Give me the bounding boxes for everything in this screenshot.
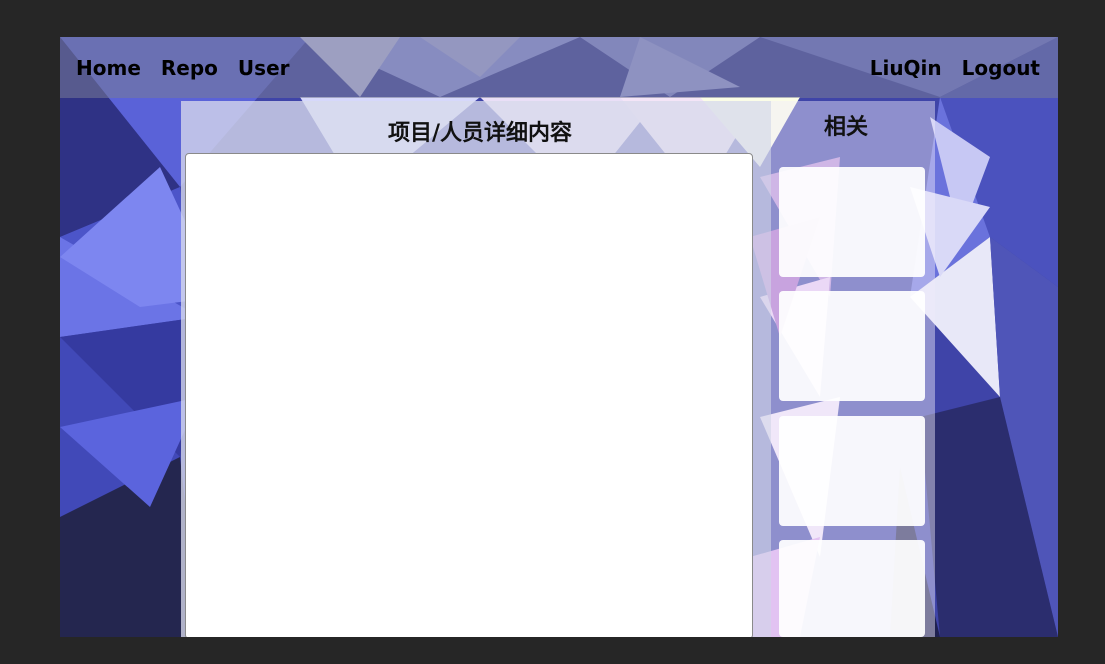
nav-link-user[interactable]: User <box>238 56 290 80</box>
nav-left-group: Home Repo User <box>76 37 290 98</box>
nav-right-group: LiuQin Logout <box>870 37 1040 98</box>
nav-link-username[interactable]: LiuQin <box>870 56 942 80</box>
navbar: Home Repo User LiuQin Logout <box>60 37 1058 98</box>
main-panel: 项目/人员详细内容 <box>181 101 771 637</box>
related-sidebar: 相关 <box>771 101 935 637</box>
nav-link-repo[interactable]: Repo <box>161 56 218 80</box>
related-card-2[interactable] <box>779 291 925 401</box>
nav-link-home[interactable]: Home <box>76 56 141 80</box>
related-card-3[interactable] <box>779 416 925 526</box>
detail-content-box[interactable] <box>185 153 753 637</box>
nav-link-logout[interactable]: Logout <box>962 56 1040 80</box>
main-panel-title: 项目/人员详细内容 <box>387 121 573 146</box>
related-card-1[interactable] <box>779 167 925 277</box>
related-sidebar-title: 相关 <box>823 115 868 140</box>
related-card-4[interactable] <box>779 540 925 637</box>
page-canvas: Home Repo User LiuQin Logout 项目/人员详细内容 相… <box>60 37 1058 637</box>
